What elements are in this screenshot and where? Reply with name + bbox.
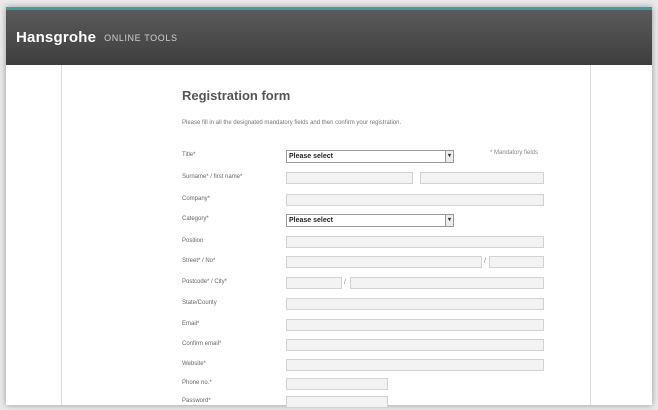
password-label: Password* — [182, 398, 211, 404]
postcode-input[interactable] — [286, 277, 342, 289]
position-input[interactable] — [286, 236, 544, 248]
brand-logo[interactable]: Hansgrohe — [16, 29, 96, 46]
row-category: Category* Please select ▾ — [182, 214, 602, 228]
first-name-input[interactable] — [420, 172, 544, 184]
row-name: Surname* / first name* — [182, 172, 602, 186]
name-label: Surname* / first name* — [182, 174, 243, 180]
state-input[interactable] — [286, 298, 544, 310]
separator: / — [344, 279, 346, 286]
state-label: State/County — [182, 300, 217, 306]
surname-input[interactable] — [286, 172, 413, 184]
position-label: Position — [182, 238, 204, 244]
intro-text: Please fill in all the designated mandat… — [182, 120, 402, 126]
row-street: Street* / No* / — [182, 256, 602, 270]
category-select-value: Please select — [289, 217, 333, 224]
category-select[interactable]: Please select ▾ — [286, 214, 454, 227]
row-website: Website* — [182, 359, 602, 373]
company-input[interactable] — [286, 194, 544, 206]
website-input[interactable] — [286, 359, 544, 371]
confirm-email-input[interactable] — [286, 339, 544, 351]
chevron-down-icon[interactable]: ▾ — [445, 214, 454, 227]
page-title: Registration form — [182, 88, 291, 103]
phone-label: Phone no.* — [182, 380, 212, 386]
row-position: Position — [182, 236, 602, 250]
title-select-value: Please select — [289, 153, 333, 160]
email-label: Email* — [182, 321, 200, 327]
confirm-email-label: Confirm email* — [182, 341, 222, 347]
row-company: Company* — [182, 194, 602, 208]
street-label: Street* / No* — [182, 258, 216, 264]
row-email: Email* — [182, 319, 602, 333]
chevron-down-icon[interactable]: ▾ — [445, 150, 454, 163]
brand-subtitle: ONLINE TOOLS — [104, 32, 178, 43]
row-state: State/County — [182, 298, 602, 312]
phone-input[interactable] — [286, 378, 388, 390]
city-input[interactable] — [350, 277, 544, 289]
row-confirm-email: Confirm email* — [182, 339, 602, 353]
password-input[interactable] — [286, 396, 388, 408]
row-title: Title* Please select ▾ — [182, 150, 602, 164]
header-bar: Hansgrohe ONLINE TOOLS — [6, 7, 652, 65]
street-input[interactable] — [286, 256, 482, 268]
row-password: Password* — [182, 396, 602, 410]
app-window: Hansgrohe ONLINE TOOLS Registration form… — [6, 7, 652, 408]
postcode-label: Postcode* / City* — [182, 279, 228, 285]
website-label: Website* — [182, 361, 206, 367]
registration-panel: Registration form Please fill in all the… — [61, 65, 591, 408]
title-label: Title* — [182, 152, 196, 158]
row-phone: Phone no.* — [182, 378, 602, 392]
email-input[interactable] — [286, 319, 544, 331]
title-select[interactable]: Please select ▾ — [286, 150, 454, 163]
house-number-input[interactable] — [489, 256, 544, 268]
separator: / — [484, 258, 486, 265]
company-label: Company* — [182, 196, 211, 202]
category-label: Category* — [182, 216, 209, 222]
row-postcode: Postcode* / City* / — [182, 277, 602, 291]
